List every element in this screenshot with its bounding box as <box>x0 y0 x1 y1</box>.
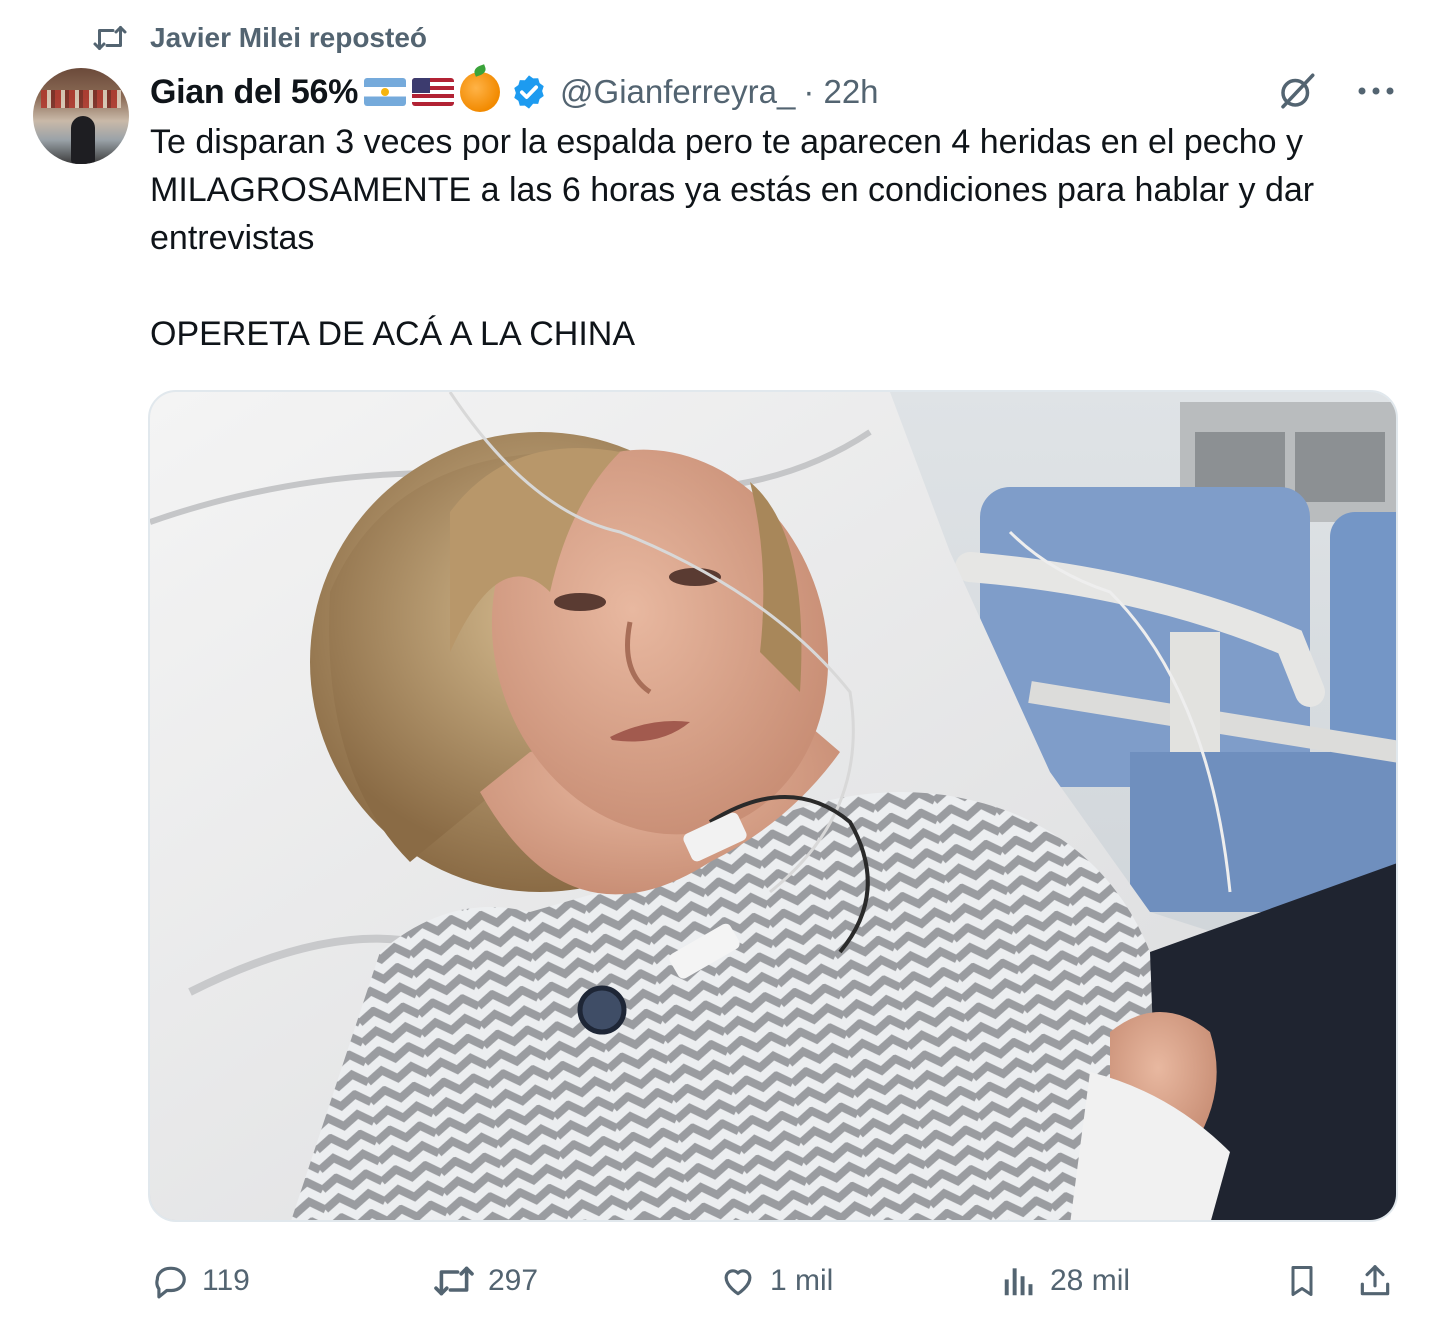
retweet-icon <box>432 1263 476 1299</box>
more-options-icon[interactable] <box>1356 85 1396 97</box>
tweet-top-actions <box>1276 70 1396 112</box>
analytics-icon <box>1000 1262 1038 1300</box>
repost-label: Javier Milei reposteó <box>150 22 428 53</box>
flag-argentina-icon <box>364 78 407 106</box>
tweet-photo[interactable] <box>148 390 1398 1222</box>
tweet-header: Gian del 56% @Gianferreyra_ · 22h <box>150 68 879 116</box>
reply-count: 119 <box>202 1264 250 1297</box>
verified-badge-icon[interactable] <box>510 73 548 111</box>
like-count: 1 mil <box>770 1264 834 1297</box>
bookmark-icon <box>1284 1261 1320 1301</box>
repost-button[interactable]: 297 <box>432 1263 538 1299</box>
reply-icon <box>150 1262 190 1300</box>
tweet-paragraph: OPERETA DE ACÁ A LA CHINA <box>150 315 635 353</box>
repost-context[interactable]: Javier Milei reposteó <box>92 18 427 58</box>
bookmark-button[interactable] <box>1284 1261 1320 1301</box>
retweet-icon <box>92 23 128 53</box>
orange-emoji-icon <box>460 72 501 112</box>
grok-icon[interactable] <box>1276 70 1318 112</box>
share-icon <box>1356 1261 1394 1301</box>
heart-icon <box>718 1262 758 1300</box>
author-handle[interactable]: @Gianferreyra_ <box>560 73 795 111</box>
tweet-text: Te disparan 3 veces por la espalda pero … <box>150 118 1410 358</box>
repost-count: 297 <box>488 1264 539 1297</box>
reply-button[interactable]: 119 <box>150 1262 250 1300</box>
display-name[interactable]: Gian del 56% <box>150 73 358 112</box>
share-button[interactable] <box>1356 1261 1394 1301</box>
avatar[interactable] <box>33 68 129 164</box>
tweet-time[interactable]: · 22h <box>803 73 878 111</box>
like-button[interactable]: 1 mil <box>718 1262 833 1300</box>
views-count: 28 mil <box>1050 1264 1131 1297</box>
flag-usa-icon <box>412 78 455 106</box>
views-button[interactable]: 28 mil <box>1000 1262 1130 1300</box>
tweet-actions: 119 297 1 mil 28 mil <box>150 1256 1400 1306</box>
tweet-paragraph: Te disparan 3 veces por la espalda pero … <box>150 123 1315 257</box>
